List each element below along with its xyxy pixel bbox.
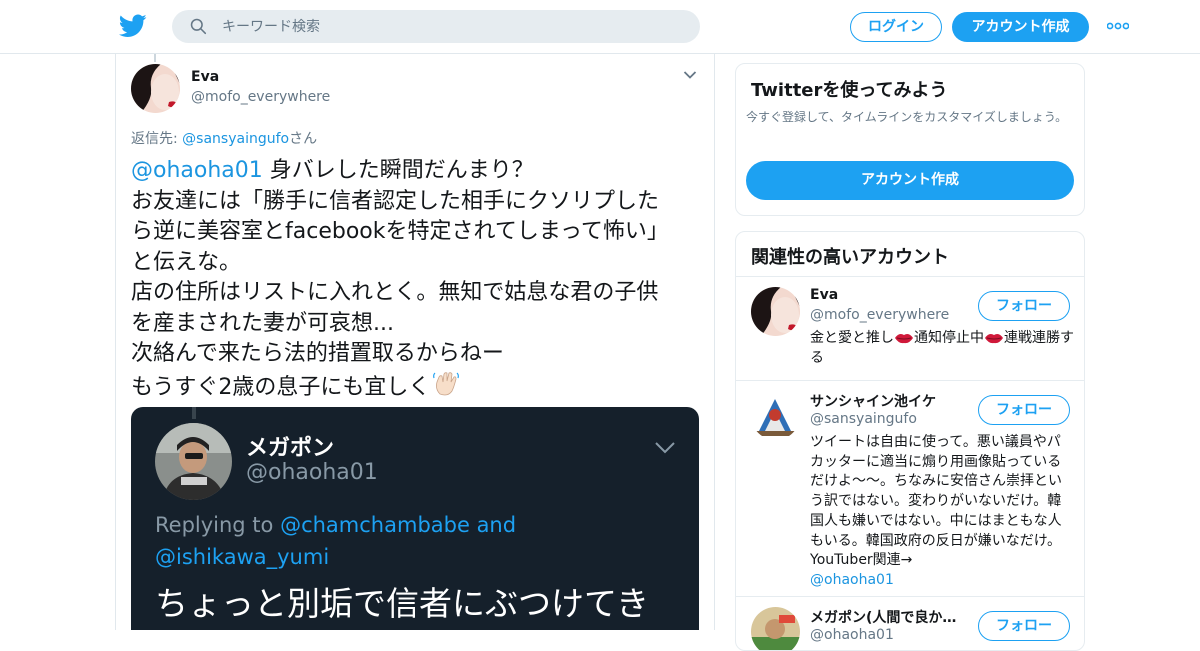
tweet-line: @ohaoha01 身バレした瞬間だんまり？ — [131, 156, 706, 187]
lips-emoji-icon — [895, 334, 913, 344]
tweet-line: 店の住所はリストに入れとく。無知で姑息な君の子供 — [131, 280, 659, 305]
related-accounts-title: 関連性の高いアカウント — [751, 247, 949, 268]
related-accounts-card: 関連性の高いアカウント Eva @mofo_everywhere フォロー 金と… — [735, 231, 1085, 651]
reply-context: 返信先: @sansyaingufoさん — [131, 128, 317, 148]
search-input[interactable] — [222, 10, 682, 43]
tweet-text: @ohaoha01 身バレした瞬間だんまり？ お友達には「勝手に信者認定した相手… — [131, 156, 706, 403]
bio-mention-link[interactable]: @ohaoha01 — [810, 571, 1074, 591]
avatar[interactable] — [751, 391, 800, 440]
tweet-line: もうすぐ2歳の息子にも宜しく — [131, 370, 706, 404]
top-nav-bar: ログイン アカウント作成 — [0, 0, 1200, 54]
bio-text: ツイートは自由に使って。悪い議員やパカッターに適当に煽り用画像貼っているだけよ〜… — [810, 434, 1062, 569]
account-handle[interactable]: @ohaoha01 — [810, 627, 980, 643]
tweet-line: お友達には「勝手に信者認定した相手にクソリプした — [131, 188, 660, 214]
reply-mention-link[interactable]: @sansyaingufo — [182, 131, 289, 147]
search-icon — [190, 18, 207, 35]
account-name[interactable]: Eva — [810, 287, 975, 303]
tweet-line-text: もうすぐ2歳の息子にも宜しく — [131, 374, 431, 400]
lips-emoji-icon — [985, 334, 1003, 344]
reply-suffix: さん — [289, 131, 318, 147]
embedded-mention: @ishikawa_yumi — [155, 544, 330, 569]
signup-card-description: 今すぐ登録して、タイムラインをカスタマイズしましょう。 — [746, 110, 1068, 124]
tweet-line: と伝えな。 — [131, 249, 242, 275]
signup-button[interactable]: アカウント作成 — [952, 12, 1089, 42]
bio-text: 通知停止中 — [914, 330, 984, 346]
embedded-replying-to: Replying to @chamchambabe and @ishikawa_… — [155, 510, 695, 573]
embedded-name: メガポン — [246, 436, 335, 461]
account-handle[interactable]: @mofo_everywhere — [810, 307, 980, 323]
related-account-item[interactable]: Eva @mofo_everywhere フォロー 金と愛と推し 通知停止中 連戦連… — [736, 277, 1084, 381]
tweet-line: を産まされた妻が可哀想... — [131, 310, 394, 336]
tweet-image-embedded-screenshot[interactable]: メガポン @ohaoha01 Replying to @chamchambabe… — [131, 407, 699, 630]
embedded-chevron-down-icon — [655, 442, 675, 454]
search-bar[interactable] — [172, 10, 700, 43]
embedded-avatar — [155, 423, 232, 500]
signup-card-button[interactable]: アカウント作成 — [746, 161, 1074, 200]
embedded-thread-line — [192, 407, 196, 419]
author-avatar[interactable] — [131, 64, 180, 113]
tweet-line: ら逆に美容室とfacebookを特定されてしまって怖い」 — [131, 219, 669, 244]
embedded-handle: @ohaoha01 — [246, 460, 378, 485]
account-bio: 金と愛と推し 通知停止中 連戦連勝する — [810, 329, 1074, 368]
bio-text: 金と愛と推し — [810, 330, 894, 346]
related-account-item[interactable]: サンシャイン池イケ @sansyaingufo フォロー ツイートは自由に使って… — [736, 381, 1084, 597]
follow-button[interactable]: フォロー — [978, 395, 1070, 425]
related-account-item[interactable]: メガポン(人間で良か… @ohaoha01 フォロー — [736, 597, 1084, 650]
author-name[interactable]: Eva — [191, 69, 219, 85]
thread-connector-line — [154, 54, 156, 62]
twitter-bird-logo-icon[interactable] — [119, 13, 147, 39]
embedded-and: and — [469, 513, 517, 537]
embedded-tweet-text: ちょっと別垢で信者にぶつけてき — [155, 584, 650, 623]
account-name[interactable]: メガポン(人間で良か… — [810, 607, 975, 627]
follow-button[interactable]: フォロー — [978, 291, 1070, 321]
embedded-mention: @chamchambabe — [280, 513, 470, 537]
chevron-down-icon[interactable] — [683, 70, 697, 80]
login-button[interactable]: ログイン — [850, 12, 942, 42]
account-bio: ツイートは自由に使って。悪い議員やパカッターに適当に煽り用画像貼っているだけよ〜… — [810, 433, 1074, 591]
embedded-replying-prefix: Replying to — [155, 513, 281, 537]
waving-hand-emoji-icon — [433, 371, 460, 395]
tweet-line-text: 身バレした瞬間だんまり？ — [262, 158, 534, 183]
tweet-line: 次絡んで来たら法的措置取るからねー — [131, 341, 504, 366]
signup-card-title: Twitterを使ってみよう — [751, 80, 948, 101]
account-handle[interactable]: @sansyaingufo — [810, 411, 980, 427]
account-name[interactable]: サンシャイン池イケ — [810, 391, 975, 411]
more-options-icon[interactable] — [1107, 22, 1129, 30]
avatar[interactable] — [751, 607, 800, 650]
tweet-detail: Eva @mofo_everywhere 返信先: @sansyaingufoさ… — [115, 54, 715, 630]
tweet-mention-link[interactable]: @ohaoha01 — [131, 158, 263, 183]
author-handle[interactable]: @mofo_everywhere — [191, 89, 330, 105]
reply-prefix: 返信先: — [131, 131, 183, 147]
avatar[interactable] — [751, 287, 800, 336]
signup-card: Twitterを使ってみよう 今すぐ登録して、タイムラインをカスタマイズしましょ… — [735, 63, 1085, 216]
follow-button[interactable]: フォロー — [978, 611, 1070, 641]
